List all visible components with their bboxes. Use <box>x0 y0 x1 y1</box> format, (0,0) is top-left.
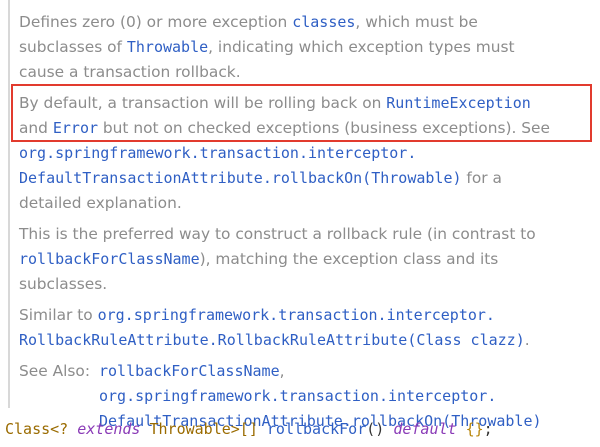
doc-content: Defines zero (0) or more exception class… <box>19 10 599 434</box>
javadoc-popup: Defines zero (0) or more exception class… <box>0 0 600 430</box>
doc-paragraph-1: Defines zero (0) or more exception class… <box>19 13 515 81</box>
link-rollbackon[interactable]: DefaultTransactionAttribute.rollbackOn(T… <box>19 169 462 187</box>
link-runtime-exception[interactable]: RuntimeException <box>386 94 531 112</box>
link-rollback-rule-package[interactable]: org.springframework.transaction.intercep… <box>98 306 495 324</box>
decl-method-name[interactable]: rollbackFor <box>267 420 366 438</box>
method-declaration: Class<? extends Throwable>[] rollbackFor… <box>5 420 493 438</box>
doc-paragraph-3: This is the preferred way to construct a… <box>19 225 536 293</box>
decl-extends-keyword: extends <box>77 420 141 438</box>
decl-default-value: {} <box>465 420 484 438</box>
decl-type-rest: Throwable>[] <box>140 420 267 438</box>
decl-default-keyword: default <box>393 420 457 438</box>
link-rollback-rule-attribute[interactable]: RollbackRuleAttribute.RollbackRuleAttrib… <box>19 331 525 349</box>
link-rollback-for-class-name[interactable]: rollbackForClassName <box>19 250 200 268</box>
doc-paragraph-2: By default, a transaction will be rollin… <box>19 94 550 212</box>
decl-type: Class<? <box>5 420 78 438</box>
see-also-link-package[interactable]: org.springframework.transaction.intercep… <box>99 384 542 409</box>
link-error[interactable]: Error <box>53 119 98 137</box>
link-throwable[interactable]: Throwable <box>127 38 208 56</box>
doc-paragraph-4: Similar to org.springframework.transacti… <box>19 306 530 349</box>
doc-left-rule <box>8 0 10 408</box>
link-rollbackon-package[interactable]: org.springframework.transaction.intercep… <box>19 144 416 162</box>
link-classes[interactable]: classes <box>292 13 355 31</box>
see-also-link-rollback-for-class-name[interactable]: rollbackForClassName <box>99 362 280 380</box>
